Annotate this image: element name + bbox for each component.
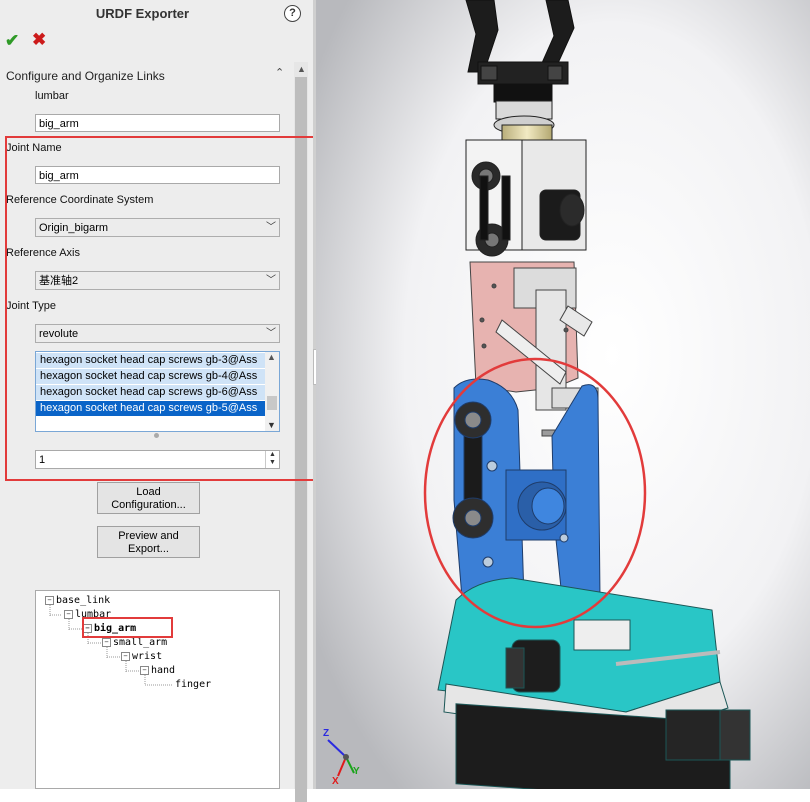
triad-x-label: X — [332, 776, 339, 787]
ok-checkmark-icon[interactable]: ✔ — [5, 31, 19, 51]
section-header[interactable]: Configure and Organize Links — [6, 69, 165, 83]
scroll-up-icon[interactable]: ▲ — [297, 64, 306, 74]
collapse-tree-icon[interactable]: − — [140, 665, 149, 675]
tree-node-base-link[interactable]: − base_link — [45, 595, 110, 606]
property-manager-panel: URDF Exporter ? ✔ ✖ Configure and Organi… — [0, 0, 318, 802]
triad-y-label: Y — [353, 766, 360, 777]
collapse-tree-icon[interactable]: − — [64, 609, 73, 619]
preview-export-button[interactable]: Preview and Export... — [97, 526, 200, 558]
link-name-label: lumbar — [35, 90, 69, 102]
robot-arm-model[interactable] — [316, 0, 810, 802]
link-name-field[interactable]: big_arm — [35, 114, 280, 132]
graphics-viewport[interactable]: Z Y X — [316, 0, 810, 802]
annotation-highlight-box — [5, 136, 318, 481]
cancel-x-icon[interactable]: ✖ — [32, 30, 46, 50]
collapse-tree-icon[interactable]: − — [45, 595, 54, 605]
collapse-tree-icon[interactable]: − — [102, 637, 111, 647]
load-configuration-button[interactable]: Load Configuration... — [97, 482, 200, 514]
triad-z-label: Z — [323, 728, 330, 739]
collapse-chevron-up-icon[interactable]: ⌃ — [275, 66, 284, 79]
tree-node-hand[interactable]: − hand — [140, 665, 175, 676]
panel-title: URDF Exporter — [95, 6, 190, 21]
annotation-highlight-box — [82, 617, 173, 638]
tree-node-wrist[interactable]: − wrist — [121, 651, 162, 662]
collapse-tree-icon[interactable]: − — [121, 651, 130, 661]
tree-node-finger[interactable]: finger — [175, 679, 211, 690]
base-part — [437, 577, 751, 802]
help-icon[interactable]: ? — [284, 5, 301, 22]
tree-node-small-arm[interactable]: − small_arm — [102, 637, 167, 648]
